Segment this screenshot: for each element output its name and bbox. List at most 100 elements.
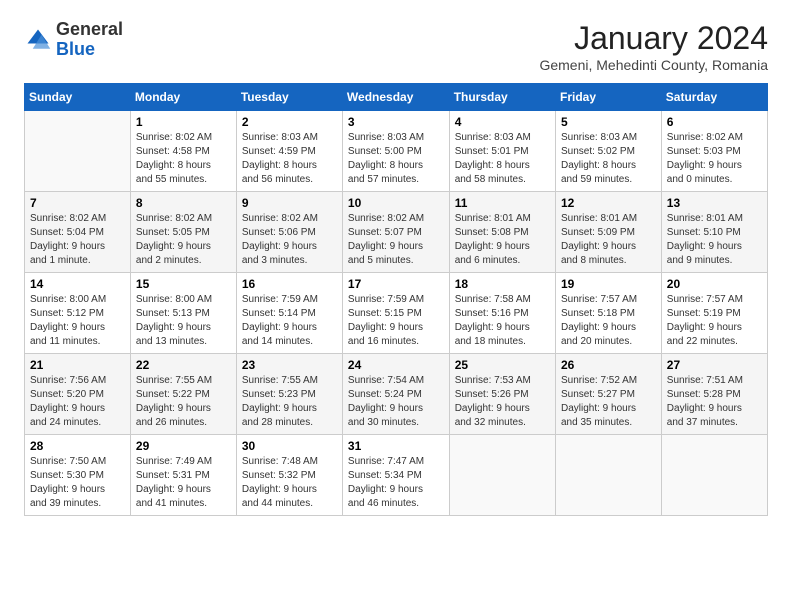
calendar-cell: 27Sunrise: 7:51 AM Sunset: 5:28 PM Dayli… — [661, 354, 767, 435]
day-number: 29 — [136, 439, 231, 453]
calendar-cell: 2Sunrise: 8:03 AM Sunset: 4:59 PM Daylig… — [236, 111, 342, 192]
day-info: Sunrise: 7:59 AM Sunset: 5:14 PM Dayligh… — [242, 293, 337, 349]
day-info: Sunrise: 7:50 AM Sunset: 5:30 PM Dayligh… — [30, 455, 125, 511]
calendar-cell: 11 Sunrise: 8:01 AM Sunset: 5:08 PM Dayli… — [449, 192, 555, 273]
title-area: January 2024 Gemeni, Mehedinti County, R… — [539, 20, 768, 73]
day-number: 10 — [348, 196, 444, 210]
calendar-cell: 16 Sunrise: 7:59 AM Sunset: 5:14 PM Dayli… — [236, 273, 342, 354]
day-number: 15 — [136, 277, 231, 291]
calendar-cell: 9 Sunrise: 8:02 AM Sunset: 5:06 PM Daylig… — [236, 192, 342, 273]
day-number: 12 — [561, 196, 656, 210]
calendar-cell: 28 Sunrise: 7:50 AM Sunset: 5:30 PM Dayli… — [25, 435, 131, 516]
day-number: 28 — [30, 439, 125, 453]
calendar-cell: 5Sunrise: 8:03 AM Sunset: 5:02 PM Daylig… — [555, 111, 661, 192]
calendar-cell: 4 Sunrise: 8:03 AM Sunset: 5:01 PM Daylig… — [449, 111, 555, 192]
calendar-cell: 7Sunrise: 8:02 AM Sunset: 5:04 PM Daylig… — [25, 192, 131, 273]
day-info: Sunrise: 7:57 AM Sunset: 5:18 PM Dayligh… — [561, 293, 656, 349]
day-info: Sunrise: 7:47 AM Sunset: 5:34 PM Dayligh… — [348, 455, 444, 511]
calendar-cell: 23 Sunrise: 7:55 AM Sunset: 5:23 PM Dayli… — [236, 354, 342, 435]
day-number: 21 — [30, 358, 125, 372]
calendar-week-row: 28 Sunrise: 7:50 AM Sunset: 5:30 PM Dayli… — [25, 435, 768, 516]
calendar-cell: 12 Sunrise: 8:01 AM Sunset: 5:09 PM Dayli… — [555, 192, 661, 273]
calendar-cell: 17Sunrise: 7:59 AM Sunset: 5:15 PM Dayli… — [342, 273, 449, 354]
page-header: General Blue January 2024 Gemeni, Mehedi… — [24, 20, 768, 73]
calendar-cell — [661, 435, 767, 516]
day-header-sunday: Sunday — [25, 84, 131, 111]
day-info: Sunrise: 7:49 AM Sunset: 5:31 PM Dayligh… — [136, 455, 231, 511]
day-number: 23 — [242, 358, 337, 372]
calendar-cell: 10 Sunrise: 8:02 AM Sunset: 5:07 PM Dayli… — [342, 192, 449, 273]
day-number: 16 — [242, 277, 337, 291]
calendar-cell: 1Sunrise: 8:02 AM Sunset: 4:58 PM Daylig… — [130, 111, 236, 192]
calendar-cell: 15 Sunrise: 8:00 AM Sunset: 5:13 PM Dayli… — [130, 273, 236, 354]
day-header-friday: Friday — [555, 84, 661, 111]
calendar-cell: 3 Sunrise: 8:03 AM Sunset: 5:00 PM Daylig… — [342, 111, 449, 192]
day-info: Sunrise: 7:48 AM Sunset: 5:32 PM Dayligh… — [242, 455, 337, 511]
calendar-cell: 24 Sunrise: 7:54 AM Sunset: 5:24 PM Dayli… — [342, 354, 449, 435]
day-number: 4 — [455, 115, 550, 129]
day-header-saturday: Saturday — [661, 84, 767, 111]
calendar-cell: 31 Sunrise: 7:47 AM Sunset: 5:34 PM Dayli… — [342, 435, 449, 516]
day-info: Sunrise: 8:00 AM Sunset: 5:12 PM Dayligh… — [30, 293, 125, 349]
day-info: Sunrise: 8:00 AM Sunset: 5:13 PM Dayligh… — [136, 293, 231, 349]
day-number: 31 — [348, 439, 444, 453]
location-subtitle: Gemeni, Mehedinti County, Romania — [539, 57, 768, 73]
calendar-cell: 30Sunrise: 7:48 AM Sunset: 5:32 PM Dayli… — [236, 435, 342, 516]
day-info: Sunrise: 8:02 AM Sunset: 5:06 PM Dayligh… — [242, 212, 337, 268]
calendar-cell: 14 Sunrise: 8:00 AM Sunset: 5:12 PM Dayli… — [25, 273, 131, 354]
day-number: 2 — [242, 115, 337, 129]
day-info: Sunrise: 7:59 AM Sunset: 5:15 PM Dayligh… — [348, 293, 444, 349]
day-info: Sunrise: 8:01 AM Sunset: 5:09 PM Dayligh… — [561, 212, 656, 268]
day-header-thursday: Thursday — [449, 84, 555, 111]
logo-blue-text: Blue — [56, 39, 95, 59]
day-number: 11 — [455, 196, 550, 210]
day-number: 6 — [667, 115, 762, 129]
day-number: 14 — [30, 277, 125, 291]
day-number: 20 — [667, 277, 762, 291]
month-title: January 2024 — [539, 20, 768, 57]
header-row: SundayMondayTuesdayWednesdayThursdayFrid… — [25, 84, 768, 111]
day-info: Sunrise: 7:53 AM Sunset: 5:26 PM Dayligh… — [455, 374, 550, 430]
calendar-cell: 6Sunrise: 8:02 AM Sunset: 5:03 PM Daylig… — [661, 111, 767, 192]
day-info: Sunrise: 8:02 AM Sunset: 5:04 PM Dayligh… — [30, 212, 125, 268]
calendar-cell — [25, 111, 131, 192]
day-header-monday: Monday — [130, 84, 236, 111]
calendar-cell: 21Sunrise: 7:56 AM Sunset: 5:20 PM Dayli… — [25, 354, 131, 435]
day-number: 13 — [667, 196, 762, 210]
calendar-cell — [555, 435, 661, 516]
calendar-cell: 29 Sunrise: 7:49 AM Sunset: 5:31 PM Dayli… — [130, 435, 236, 516]
calendar-cell — [449, 435, 555, 516]
day-number: 24 — [348, 358, 444, 372]
calendar-cell: 13Sunrise: 8:01 AM Sunset: 5:10 PM Dayli… — [661, 192, 767, 273]
calendar-body: 1Sunrise: 8:02 AM Sunset: 4:58 PM Daylig… — [25, 111, 768, 516]
day-info: Sunrise: 8:01 AM Sunset: 5:08 PM Dayligh… — [455, 212, 550, 268]
day-info: Sunrise: 7:55 AM Sunset: 5:23 PM Dayligh… — [242, 374, 337, 430]
day-info: Sunrise: 7:57 AM Sunset: 5:19 PM Dayligh… — [667, 293, 762, 349]
day-info: Sunrise: 8:03 AM Sunset: 5:01 PM Dayligh… — [455, 131, 550, 187]
day-number: 8 — [136, 196, 231, 210]
day-number: 3 — [348, 115, 444, 129]
calendar-header: SundayMondayTuesdayWednesdayThursdayFrid… — [25, 84, 768, 111]
day-header-tuesday: Tuesday — [236, 84, 342, 111]
calendar-week-row: 7Sunrise: 8:02 AM Sunset: 5:04 PM Daylig… — [25, 192, 768, 273]
day-info: Sunrise: 8:03 AM Sunset: 5:00 PM Dayligh… — [348, 131, 444, 187]
day-number: 22 — [136, 358, 231, 372]
day-info: Sunrise: 7:52 AM Sunset: 5:27 PM Dayligh… — [561, 374, 656, 430]
logo: General Blue — [24, 20, 123, 60]
day-info: Sunrise: 8:02 AM Sunset: 4:58 PM Dayligh… — [136, 131, 231, 187]
day-info: Sunrise: 7:54 AM Sunset: 5:24 PM Dayligh… — [348, 374, 444, 430]
day-info: Sunrise: 8:03 AM Sunset: 5:02 PM Dayligh… — [561, 131, 656, 187]
calendar-cell: 20 Sunrise: 7:57 AM Sunset: 5:19 PM Dayli… — [661, 273, 767, 354]
calendar-cell: 26 Sunrise: 7:52 AM Sunset: 5:27 PM Dayli… — [555, 354, 661, 435]
day-info: Sunrise: 8:02 AM Sunset: 5:05 PM Dayligh… — [136, 212, 231, 268]
calendar-week-row: 21Sunrise: 7:56 AM Sunset: 5:20 PM Dayli… — [25, 354, 768, 435]
day-number: 9 — [242, 196, 337, 210]
calendar-cell: 18Sunrise: 7:58 AM Sunset: 5:16 PM Dayli… — [449, 273, 555, 354]
day-number: 19 — [561, 277, 656, 291]
calendar-cell: 25Sunrise: 7:53 AM Sunset: 5:26 PM Dayli… — [449, 354, 555, 435]
calendar-week-row: 14 Sunrise: 8:00 AM Sunset: 5:12 PM Dayli… — [25, 273, 768, 354]
day-info: Sunrise: 7:58 AM Sunset: 5:16 PM Dayligh… — [455, 293, 550, 349]
day-info: Sunrise: 8:02 AM Sunset: 5:07 PM Dayligh… — [348, 212, 444, 268]
calendar-cell: 19 Sunrise: 7:57 AM Sunset: 5:18 PM Dayli… — [555, 273, 661, 354]
day-number: 26 — [561, 358, 656, 372]
